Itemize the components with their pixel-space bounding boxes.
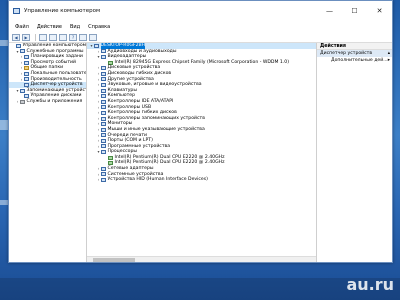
navigation-tree-pane: Управление компьютером (л ▾ Служебные прог…: [9, 43, 87, 262]
perf-icon: [24, 77, 29, 82]
folder-icon: [24, 66, 29, 71]
nav-item-label: Службы и приложения: [26, 98, 83, 104]
menu-file[interactable]: Файл: [11, 24, 33, 30]
toolbar-separator: [35, 33, 36, 41]
device-category-icon: [101, 133, 106, 138]
actions-section-label: Диспетчер устройств: [320, 51, 373, 56]
computer-icon: [16, 43, 21, 48]
clock-icon: [24, 54, 29, 59]
more-actions-item[interactable]: Дополнительные дей... ▸: [317, 57, 392, 64]
device-category-icon: [101, 138, 106, 143]
device-category-icon: [101, 94, 106, 99]
forward-icon[interactable]: ▶: [22, 33, 30, 41]
scan-hardware-icon[interactable]: [79, 33, 87, 41]
more-actions-label: Дополнительные дей...: [331, 58, 388, 63]
actions-pane: Действия Диспетчер устройств ▴ Дополните…: [317, 43, 392, 262]
computer-icon: [94, 43, 99, 48]
submenu-arrow-icon: ▸: [387, 58, 390, 63]
menu-view[interactable]: Вид: [66, 24, 84, 30]
device-category-icon: [101, 99, 106, 104]
back-icon[interactable]: ◀: [12, 33, 20, 41]
window-title: Управление компьютером: [24, 8, 101, 14]
device-category-icon: [101, 49, 106, 54]
device-category-row[interactable]: › Устройства HID (Human Interface Devices…: [87, 177, 316, 183]
horizontal-scrollbar[interactable]: [87, 256, 316, 262]
device-category-icon: [101, 144, 106, 149]
device-category-icon: [101, 77, 106, 82]
device-manager-pane: ▾ DESKTOP-R0GF2BH › Аудиовходы и аудиовых…: [87, 43, 317, 262]
watermark: au.ru: [346, 275, 394, 294]
storage-icon: [20, 88, 25, 93]
actions-section-device-manager[interactable]: Диспетчер устройств ▴: [317, 50, 392, 57]
nav-item-10[interactable]: › Службы и приложения: [9, 99, 86, 105]
device-label: Устройства HID (Human Interface Devices): [107, 177, 208, 183]
device-category-icon: [101, 172, 106, 177]
device-category-icon: [101, 105, 106, 110]
taskbar-area: [0, 278, 400, 300]
help-icon[interactable]: ?: [69, 33, 77, 41]
computer-management-window: Управление компьютером — ☐ ✕ Файл Действ…: [8, 0, 393, 263]
device-category-icon: [101, 166, 106, 171]
scrollbar-thumb[interactable]: [93, 258, 135, 262]
menu-help[interactable]: Справка: [84, 24, 114, 30]
toolbar: ◀ ▶ ?: [9, 32, 392, 43]
device-category-icon: [101, 127, 106, 132]
services-icon: [20, 99, 25, 104]
device-category-icon: [101, 82, 106, 87]
menu-bar: Файл Действие Вид Справка: [9, 21, 392, 32]
collapse-up-icon[interactable]: ▴: [388, 50, 390, 57]
device-category-icon: [101, 116, 106, 121]
device-category-icon: [101, 71, 106, 76]
minimize-button[interactable]: —: [317, 1, 342, 21]
computer-management-icon: [13, 8, 20, 14]
device-icon: [24, 82, 29, 87]
menu-action[interactable]: Действие: [33, 24, 66, 30]
show-hide-tree-icon[interactable]: [49, 33, 57, 41]
device-category-icon: [101, 122, 106, 127]
device-category-icon: [101, 54, 106, 59]
device-icon: [108, 161, 113, 166]
device-category-icon: [101, 110, 106, 115]
actions-header: Действия: [317, 43, 392, 50]
monitor-icon[interactable]: [89, 33, 97, 41]
device-category-icon: [101, 88, 106, 93]
maximize-button[interactable]: ☐: [342, 1, 367, 21]
users-icon: [24, 71, 29, 76]
device-category-icon: [101, 66, 106, 71]
tools-icon: [20, 49, 25, 54]
disk-icon: [24, 94, 29, 99]
device-category-icon: [101, 178, 106, 183]
properties-icon[interactable]: [59, 33, 67, 41]
log-icon: [24, 60, 29, 65]
up-level-icon[interactable]: [39, 33, 47, 41]
device-icon: [108, 155, 113, 160]
close-button[interactable]: ✕: [367, 1, 392, 21]
title-bar[interactable]: Управление компьютером — ☐ ✕: [9, 1, 392, 21]
device-category-icon: [101, 150, 106, 155]
device-icon: [108, 60, 113, 65]
